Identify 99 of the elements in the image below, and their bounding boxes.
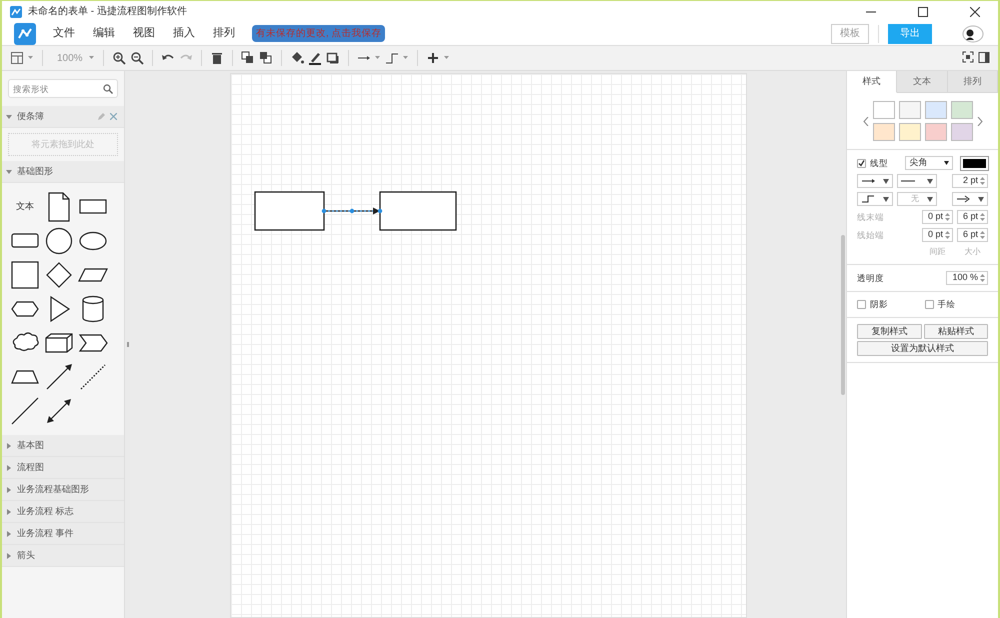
section-title: 基本图 <box>17 438 44 452</box>
spinner-icon[interactable] <box>980 273 985 283</box>
menu-item[interactable]: 编辑 <box>84 25 124 42</box>
dropdown[interactable] <box>857 174 893 188</box>
caret-icon <box>944 161 950 165</box>
arrow-line-icon <box>861 177 875 185</box>
search-field[interactable]: 搜索形状 <box>8 79 118 98</box>
user-avatar[interactable] <box>962 24 984 42</box>
size-field[interactable]: 6 pt <box>957 210 988 224</box>
column-label: 间距 <box>928 246 946 258</box>
fill-bucket-icon[interactable] <box>290 51 304 65</box>
caret-icon <box>883 178 889 184</box>
menu-item[interactable]: 文件 <box>44 25 84 42</box>
bring-to-front-icon[interactable] <box>240 51 255 65</box>
section-title: 箭头 <box>17 548 35 562</box>
line-style-dropdown[interactable]: 尖角 <box>905 156 954 170</box>
checkbox[interactable] <box>857 158 866 168</box>
panel-tab[interactable]: 文本 <box>897 71 948 93</box>
dropdown[interactable] <box>897 174 937 188</box>
panel-tab[interactable]: 排列 <box>948 71 998 93</box>
section-title: 业务流程 标志 <box>17 504 74 518</box>
color-swatch[interactable] <box>872 101 894 119</box>
checkbox[interactable] <box>857 300 866 309</box>
option-label: 手绘 <box>938 298 956 311</box>
waypoint-icon <box>861 195 875 203</box>
panel-toggle-icon[interactable] <box>978 51 990 65</box>
size-field[interactable]: 6 pt <box>957 228 988 242</box>
section-title: 业务流程基础图形 <box>17 482 89 496</box>
caret-icon <box>927 196 933 202</box>
section-header[interactable]: 业务流程 标志 <box>2 501 124 523</box>
dropdown[interactable] <box>952 192 988 206</box>
section-header[interactable]: 业务流程 事件 <box>2 523 124 545</box>
spinner-icon[interactable] <box>945 230 950 240</box>
window-title: 未命名的表单 - 迅捷流程图制作软件 <box>28 4 187 19</box>
section-header[interactable]: 基本图 <box>2 435 124 457</box>
style-button[interactable]: 复制样式 <box>857 324 922 339</box>
line-width-field[interactable]: 2 pt <box>952 174 988 188</box>
spinner-icon[interactable] <box>980 176 985 186</box>
opacity-field[interactable]: 100 % <box>946 271 988 285</box>
line-label: 线型 <box>870 156 888 170</box>
maximize-icon <box>918 6 928 16</box>
spinner-icon[interactable] <box>980 212 985 222</box>
dropdown[interactable] <box>857 192 893 206</box>
section-header[interactable]: 业务流程基础图形 <box>2 479 124 501</box>
panel-layout-icon[interactable] <box>10 51 24 65</box>
column-label: 大小 <box>964 246 982 258</box>
section-header[interactable]: 流程图 <box>2 457 124 479</box>
spacing-field[interactable]: 0 pt <box>922 228 953 242</box>
color-swatch[interactable] <box>898 101 920 119</box>
section-title: 基础图形 <box>17 164 53 178</box>
menu-item[interactable]: 插入 <box>164 25 204 42</box>
plus-icon[interactable] <box>426 51 440 65</box>
circle-shape-icon[interactable] <box>43 225 75 257</box>
close-icon <box>970 6 980 16</box>
spinner-icon[interactable] <box>945 212 950 222</box>
spacing-field[interactable]: 0 pt <box>922 210 953 224</box>
menu-item[interactable]: 排列 <box>204 25 244 42</box>
section-header[interactable]: 箭头 <box>2 545 124 567</box>
line-color-icon[interactable] <box>308 51 322 65</box>
style-button[interactable]: 粘贴样式 <box>924 324 988 339</box>
section-title: 业务流程 事件 <box>17 526 74 540</box>
checkbox[interactable] <box>924 300 934 309</box>
opacity-label: 透明度 <box>857 272 884 284</box>
end-label: 线始端 <box>857 228 885 242</box>
previous-icon[interactable] <box>862 116 868 126</box>
app-logo[interactable] <box>14 22 36 44</box>
next-icon[interactable] <box>976 116 982 126</box>
arrowhead-icon <box>956 195 970 203</box>
color-swatch[interactable] <box>950 101 972 119</box>
color-swatch[interactable] <box>872 123 894 141</box>
color-swatch[interactable] <box>924 101 946 119</box>
menu-item[interactable]: 视图 <box>124 25 164 42</box>
color-swatch[interactable] <box>924 123 946 141</box>
style-button[interactable]: 设置为默认样式 <box>857 340 988 356</box>
zoom-in-icon[interactable] <box>112 51 126 65</box>
section-header[interactable]: 基础图形 <box>2 161 124 183</box>
waypoint-icon[interactable] <box>384 51 399 65</box>
section-title: 流程图 <box>17 460 44 474</box>
color-swatch[interactable] <box>950 123 972 141</box>
color-swatch[interactable] <box>898 123 920 141</box>
caret-icon <box>883 196 889 202</box>
fullscreen-icon[interactable] <box>962 51 974 65</box>
shadow-icon[interactable] <box>326 51 340 65</box>
spinner-icon[interactable] <box>980 230 985 240</box>
square-shape-icon[interactable] <box>9 259 41 291</box>
caret-icon <box>927 178 933 184</box>
caret-icon <box>978 196 984 202</box>
end-label: 线末端 <box>857 210 885 224</box>
trash-icon[interactable] <box>210 51 224 65</box>
text-shape[interactable]: 文本 <box>16 200 34 214</box>
search-icon <box>103 84 113 94</box>
app-icon <box>10 6 22 18</box>
option-label: 阴影 <box>870 298 888 311</box>
send-to-back-icon[interactable] <box>258 51 273 65</box>
line-color-swatch[interactable] <box>961 156 988 170</box>
splitter-handle-icon[interactable] <box>126 342 128 347</box>
zoom-out-icon[interactable] <box>130 51 144 65</box>
line-shape-icon[interactable] <box>9 395 41 427</box>
section-title: 便条簿 <box>17 110 44 123</box>
